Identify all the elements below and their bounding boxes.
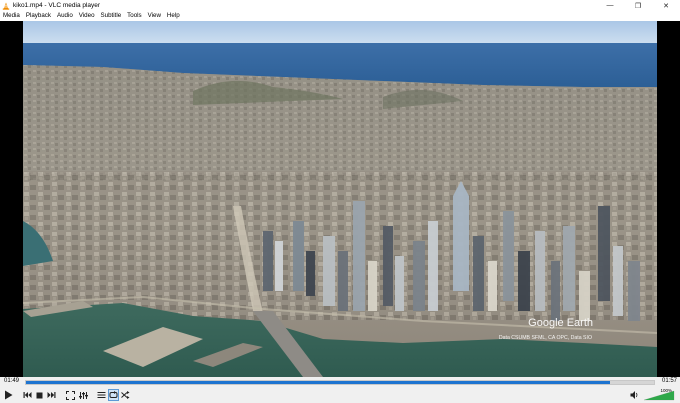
- control-bar: 01:49 01:57 100%: [0, 377, 680, 403]
- menu-bar: Media Playback Audio Video Subtitle Tool…: [0, 11, 680, 21]
- menu-video[interactable]: Video: [76, 11, 98, 21]
- imagery-credits: Data CSUMB SFML, CA OPC, Data SIO: [498, 335, 592, 341]
- shuffle-button[interactable]: [120, 389, 131, 401]
- shuffle-icon: [121, 391, 130, 399]
- seek-bar-fill: [26, 381, 611, 384]
- button-row: [0, 389, 680, 402]
- equalizer-icon: [79, 391, 88, 399]
- play-button[interactable]: [3, 389, 14, 401]
- seek-bar[interactable]: [25, 380, 655, 385]
- extended-settings-button[interactable]: [78, 389, 89, 401]
- menu-tools[interactable]: Tools: [124, 11, 144, 21]
- stop-icon: [36, 392, 43, 398]
- volume-slider[interactable]: 100%: [642, 388, 678, 401]
- video-frame[interactable]: Google Earth Data CSUMB SFML, CA OPC, Da…: [23, 21, 657, 377]
- video-area[interactable]: Google Earth Data CSUMB SFML, CA OPC, Da…: [0, 21, 680, 377]
- previous-button[interactable]: [22, 389, 33, 401]
- speaker-icon: [630, 391, 638, 399]
- google-earth-watermark: Google Earth: [528, 317, 593, 329]
- fullscreen-button[interactable]: [65, 389, 76, 401]
- next-button[interactable]: [46, 389, 57, 401]
- next-icon: [47, 392, 56, 398]
- menu-playback[interactable]: Playback: [23, 11, 54, 21]
- close-button[interactable]: ✕: [652, 0, 680, 11]
- playlist-button[interactable]: [96, 389, 107, 401]
- stop-button[interactable]: [34, 389, 45, 401]
- fullscreen-icon: [66, 390, 75, 400]
- elapsed-time: 01:49: [4, 378, 20, 384]
- loop-icon: [109, 391, 118, 398]
- mute-button[interactable]: [630, 390, 639, 400]
- loop-button[interactable]: [108, 389, 119, 401]
- menu-view[interactable]: View: [145, 11, 164, 21]
- title-bar: kiko1.mp4 - VLC media player — ❐ ✕: [0, 0, 680, 11]
- window-title: kiko1.mp4 - VLC media player: [13, 2, 101, 9]
- previous-icon: [23, 392, 32, 398]
- maximize-button[interactable]: ❐: [624, 0, 652, 11]
- minimize-button[interactable]: —: [596, 0, 624, 11]
- menu-media[interactable]: Media: [0, 11, 23, 21]
- play-icon: [5, 390, 13, 400]
- total-time: 01:57: [661, 378, 677, 384]
- vlc-cone-icon: [2, 2, 10, 10]
- menu-audio[interactable]: Audio: [54, 11, 76, 21]
- playlist-icon: [97, 392, 106, 398]
- menu-help[interactable]: Help: [164, 11, 183, 21]
- menu-subtitle[interactable]: Subtitle: [98, 11, 125, 21]
- volume-label: 100%: [660, 388, 672, 393]
